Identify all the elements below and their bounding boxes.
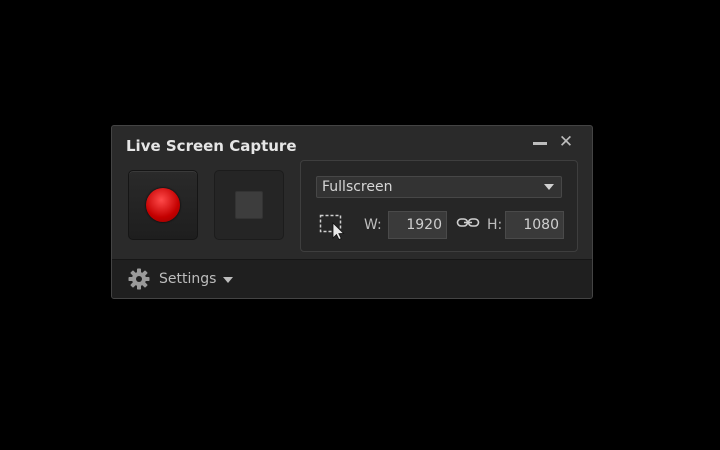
height-input[interactable] xyxy=(505,211,564,239)
minimize-icon xyxy=(533,142,547,145)
bottom-bar: Settings xyxy=(112,259,592,298)
chevron-down-icon xyxy=(223,277,233,283)
gear-icon xyxy=(128,268,150,290)
window-title: Live Screen Capture xyxy=(126,137,297,155)
select-region-button[interactable] xyxy=(319,214,347,241)
width-input[interactable] xyxy=(388,211,447,239)
record-icon xyxy=(146,188,180,222)
record-button[interactable] xyxy=(128,170,198,240)
capture-region-panel: Fullscreen W: H: xyxy=(300,160,578,252)
stop-icon xyxy=(235,191,263,219)
close-button[interactable]: ✕ xyxy=(556,132,576,152)
settings-label: Settings xyxy=(159,271,217,287)
live-screen-capture-window: Live Screen Capture ✕ Fullscreen W: 1920… xyxy=(111,125,593,299)
close-icon: ✕ xyxy=(558,132,574,152)
chevron-down-icon xyxy=(544,184,554,190)
capture-mode-value: Fullscreen xyxy=(322,179,393,195)
minimize-button[interactable] xyxy=(530,132,550,152)
width-label: W: xyxy=(364,217,382,233)
select-region-icon xyxy=(319,214,345,241)
lock-aspect-button[interactable] xyxy=(456,215,480,231)
stop-button[interactable] xyxy=(214,170,284,240)
capture-mode-select[interactable]: Fullscreen xyxy=(316,176,562,198)
link-icon xyxy=(456,218,480,227)
height-label: H: xyxy=(487,217,503,233)
title-bar[interactable]: Live Screen Capture ✕ xyxy=(112,126,592,162)
